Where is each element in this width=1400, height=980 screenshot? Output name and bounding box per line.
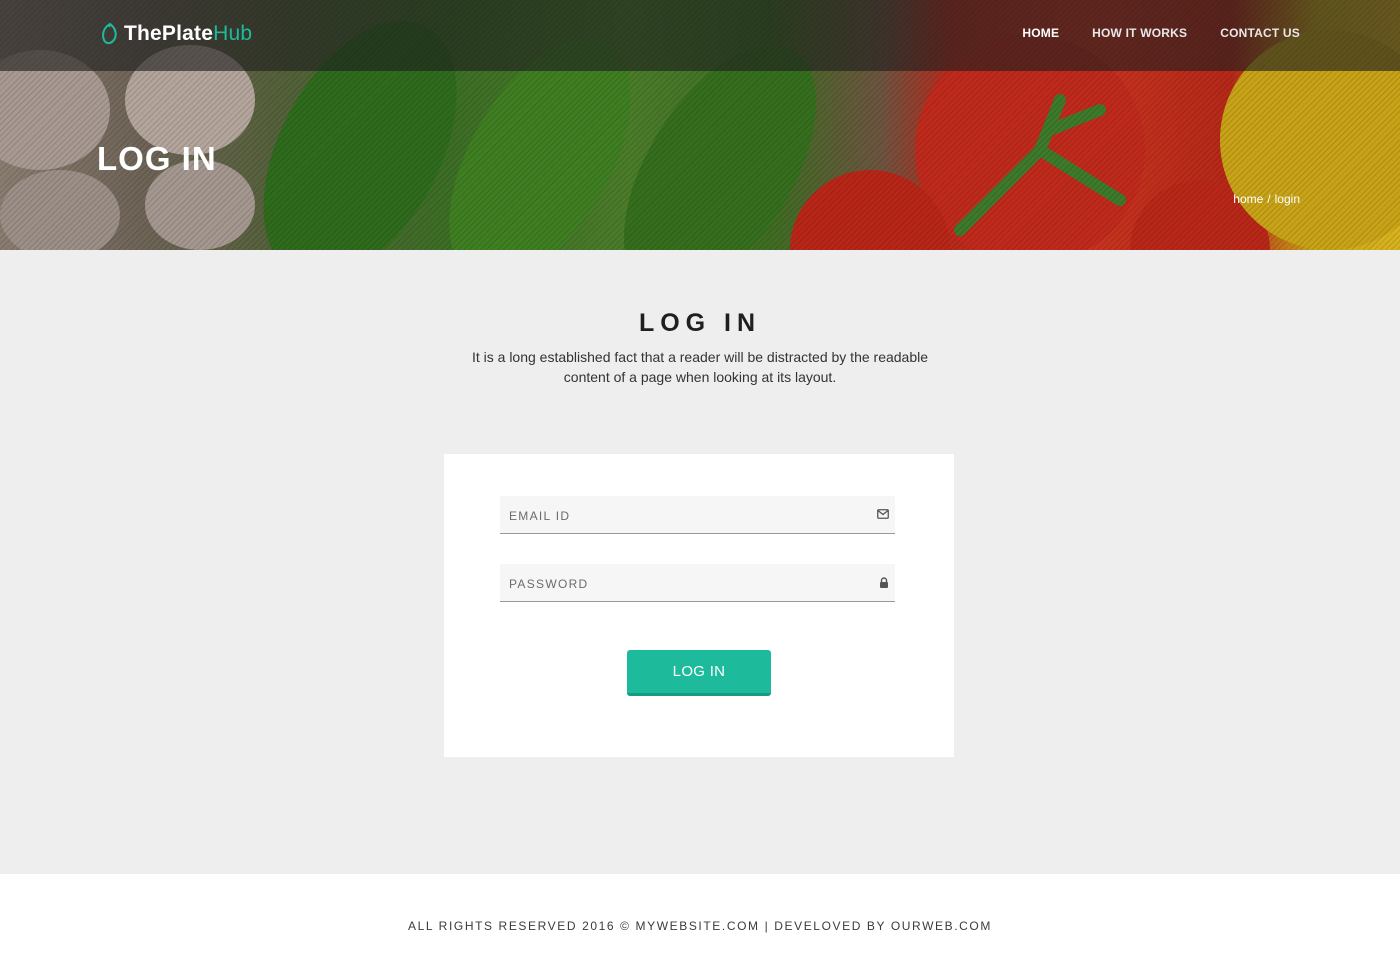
login-form-card: LOG IN: [444, 454, 954, 757]
page-title: LOG IN: [638, 309, 762, 337]
login-button[interactable]: LOG IN: [627, 650, 771, 696]
hero-banner: ThePlateHub HOME HOW IT WORKS CONTACT US…: [0, 0, 1400, 250]
breadcrumb-home[interactable]: home: [1233, 192, 1263, 206]
logo-text-primary: ThePlate: [124, 22, 214, 45]
footer: ALL RIGHTS RESERVED 2016 © MYWEBSITE.COM…: [0, 874, 1400, 980]
page-description: It is a long established fact that a rea…: [471, 349, 929, 385]
breadcrumb-current: login: [1274, 192, 1300, 206]
logo-text-secondary: Hub: [213, 22, 253, 45]
breadcrumb-separator: /: [1267, 192, 1271, 206]
nav-home[interactable]: HOME: [1022, 26, 1059, 40]
password-input[interactable]: [500, 564, 895, 601]
leaf-icon: [102, 22, 117, 45]
nav-contact-us[interactable]: CONTACT US: [1220, 26, 1300, 40]
email-input[interactable]: [500, 496, 895, 533]
top-navigation-bar: ThePlateHub HOME HOW IT WORKS CONTACT US: [0, 0, 1400, 71]
email-field: [500, 496, 895, 534]
nav-how-it-works[interactable]: HOW IT WORKS: [1092, 26, 1187, 40]
site-logo[interactable]: ThePlateHub: [100, 22, 252, 46]
footer-copyright: ALL RIGHTS RESERVED 2016 © MYWEBSITE.COM…: [408, 919, 992, 933]
envelope-icon: [877, 509, 889, 519]
hero-title: LOG IN: [97, 140, 217, 177]
lock-icon: [880, 577, 888, 588]
password-field: [500, 564, 895, 602]
main-nav: HOME HOW IT WORKS CONTACT US: [1022, 26, 1300, 40]
breadcrumb: home / login: [1233, 192, 1300, 206]
